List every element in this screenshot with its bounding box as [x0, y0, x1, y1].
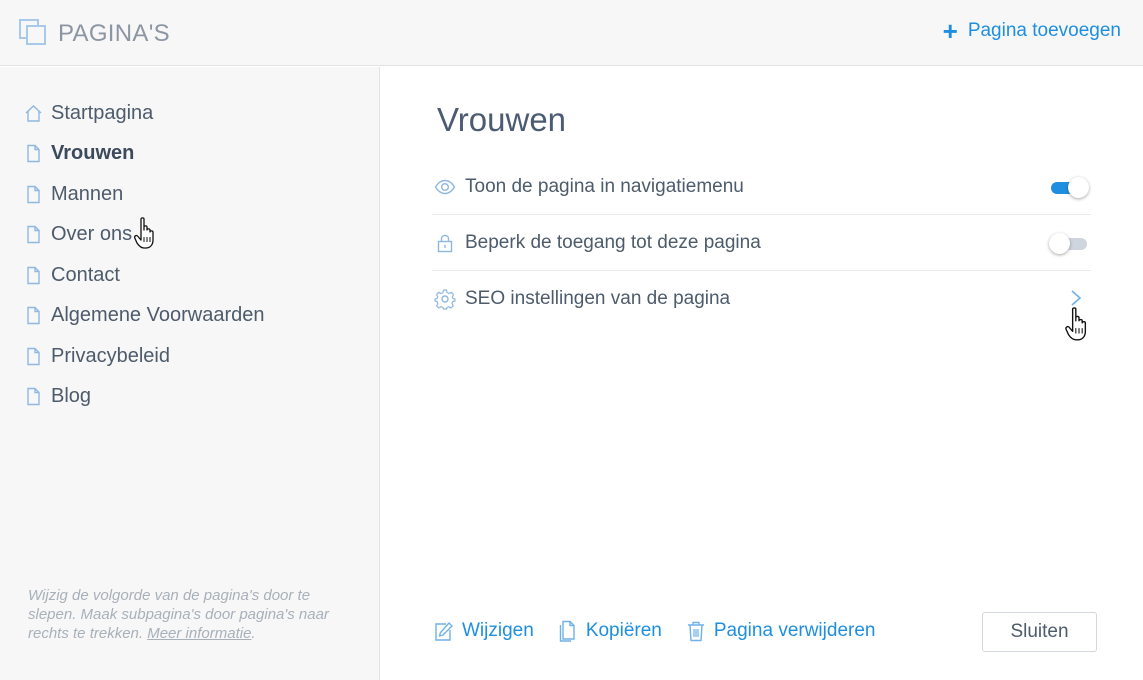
app-title: PAGINA'S [58, 20, 170, 47]
sidebar-item-algemene-voorwaarden[interactable]: Algemene Voorwaarden [24, 296, 264, 337]
copy-button[interactable]: Kopiëren [558, 620, 662, 642]
top-bar: PAGINA'S + Pagina toevoegen [0, 0, 1143, 66]
sidebar-item-label: Contact [51, 263, 120, 286]
reorder-help-text: Wijzig de volgorde van de pagina's door … [28, 586, 348, 643]
sidebar: Startpagina Vrouwen Mannen Over ons Cont… [0, 67, 380, 680]
edit-icon [435, 622, 453, 641]
toggle-knob [1068, 176, 1089, 198]
home-icon [25, 104, 42, 122]
sidebar-item-contact[interactable]: Contact [24, 255, 264, 296]
close-button[interactable]: Sluiten [982, 612, 1097, 652]
restrict-access-toggle[interactable] [1049, 232, 1087, 254]
pages-icon [19, 19, 46, 45]
sidebar-item-blog[interactable]: Blog [24, 377, 264, 418]
sidebar-item-label: Blog [51, 385, 92, 408]
page-actions: Wijzigen Kopiëren Pagina verwijderen [434, 620, 899, 642]
page-icon [27, 185, 40, 203]
copy-label: Kopiëren [585, 620, 662, 641]
page-icon [27, 347, 40, 365]
lock-icon [437, 234, 453, 252]
hand-cursor-icon [1065, 307, 1087, 341]
sidebar-item-mannen[interactable]: Mannen [24, 174, 264, 215]
add-page-label: Pagina toevoegen [967, 20, 1121, 41]
copy-icon [559, 620, 575, 642]
setting-label: Beperk de toegang tot deze pagina [465, 231, 761, 253]
page-title: Vrouwen [437, 101, 567, 138]
add-page-button[interactable]: + Pagina toevoegen [942, 16, 1121, 46]
page-icon [27, 145, 40, 163]
sidebar-item-startpagina[interactable]: Startpagina [24, 93, 264, 134]
setting-label: SEO instellingen van de pagina [465, 288, 731, 309]
page-detail-panel: Vrouwen Toon de pagina in navigatiemenu … [381, 67, 1143, 680]
trash-icon [687, 621, 704, 642]
plus-icon: + [942, 16, 958, 46]
chevron-right-icon[interactable] [1069, 288, 1083, 308]
setting-label: Toon de pagina in navigatiemenu [465, 175, 744, 197]
sidebar-item-label: Vrouwen [51, 142, 135, 165]
page-icon [27, 266, 40, 284]
toggle-knob [1049, 232, 1070, 254]
page-settings-list: Toon de pagina in navigatiemenu Beperk d… [432, 159, 1091, 327]
setting-show-in-menu: Toon de pagina in navigatiemenu [432, 159, 1091, 215]
sidebar-item-label: Startpagina [51, 101, 154, 124]
setting-restrict-access: Beperk de toegang tot deze pagina [432, 215, 1091, 271]
page-list: Startpagina Vrouwen Mannen Over ons Cont… [24, 93, 264, 417]
hand-cursor-icon [134, 217, 154, 249]
sidebar-item-label: Algemene Voorwaarden [51, 304, 265, 327]
delete-label: Pagina verwijderen [713, 620, 876, 641]
sidebar-item-privacybeleid[interactable]: Privacybeleid [24, 336, 264, 377]
sidebar-item-label: Over ons [51, 223, 133, 246]
sidebar-item-vrouwen[interactable]: Vrouwen [24, 134, 264, 175]
show-in-menu-toggle[interactable] [1051, 176, 1089, 198]
page-icon [27, 226, 40, 244]
help-text-end: . [251, 625, 256, 642]
edit-label: Wijzigen [462, 620, 534, 641]
setting-seo[interactable]: SEO instellingen van de pagina [432, 271, 1091, 327]
sidebar-item-label: Mannen [51, 182, 124, 205]
page-icon [27, 307, 40, 325]
more-info-link[interactable]: Meer informatie [147, 625, 251, 642]
page-icon [27, 388, 40, 406]
sidebar-item-label: Privacybeleid [51, 344, 170, 367]
gear-icon [434, 289, 456, 310]
eye-icon [434, 179, 456, 194]
edit-button[interactable]: Wijzigen [434, 620, 534, 642]
delete-page-button[interactable]: Pagina verwijderen [686, 620, 876, 642]
